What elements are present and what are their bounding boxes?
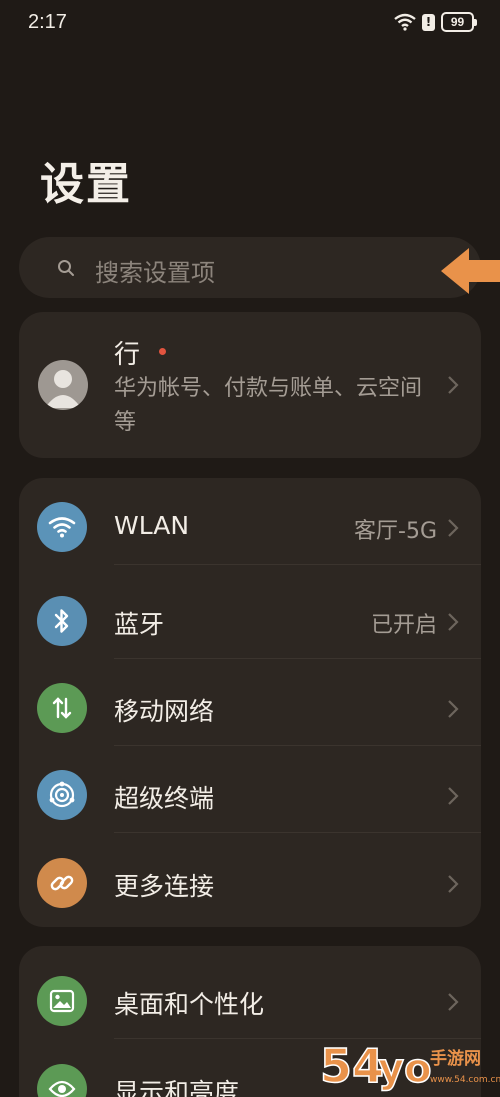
image-icon	[37, 976, 87, 1026]
search-placeholder: 搜索设置项	[95, 259, 215, 287]
settings-item-value: 客厅-5G	[354, 519, 437, 544]
svg-text:手游网: 手游网	[430, 1048, 481, 1069]
battery-icon: 99	[441, 12, 477, 32]
divider	[114, 564, 481, 565]
account-description: 华为帐号、付款与账单、云空间等	[114, 376, 423, 435]
settings-item-label: 桌面和个性化	[114, 990, 265, 1019]
settings-item-more-connections[interactable]: 更多连接	[19, 834, 481, 921]
status-icons: ! 99	[394, 12, 477, 32]
account-name: 行	[114, 340, 141, 370]
svg-text:54: 54	[320, 1039, 384, 1093]
chevron-right-icon	[448, 519, 459, 537]
settings-item-label: 超级终端	[114, 784, 215, 813]
chevron-right-icon	[448, 700, 459, 718]
wifi-status-icon	[394, 13, 416, 31]
alert-icon: !	[422, 13, 435, 31]
connectivity-card: WLAN 客厅-5G 蓝牙 已开启 移动网络 超级终端 更多连接	[19, 478, 481, 927]
chevron-right-icon	[448, 787, 459, 805]
mobile-data-icon	[37, 683, 87, 733]
divider	[114, 832, 481, 833]
chevron-right-icon	[448, 875, 459, 893]
settings-item-label: WLAN	[114, 511, 190, 540]
settings-item-bluetooth[interactable]: 蓝牙 已开启	[19, 572, 481, 659]
bluetooth-icon	[37, 596, 87, 646]
chevron-right-icon	[448, 613, 459, 631]
settings-item-wlan[interactable]: WLAN 客厅-5G	[19, 478, 481, 565]
search-input[interactable]: 搜索设置项	[19, 237, 481, 298]
page-title: 设置	[40, 159, 132, 210]
battery-level: 99	[450, 15, 465, 29]
account-card[interactable]: 行 华为帐号、付款与账单、云空间等	[19, 312, 481, 458]
chevron-right-icon	[448, 376, 459, 394]
chevron-right-icon	[448, 993, 459, 1011]
super-device-icon	[37, 770, 87, 820]
avatar	[38, 360, 88, 410]
svg-text:yo: yo	[378, 1046, 432, 1092]
watermark-logo: 54 yo 手游网 www.54.com.cn	[319, 1038, 500, 1094]
status-bar: 2:17 ! 99	[0, 0, 500, 48]
search-icon	[58, 260, 74, 276]
status-time: 2:17	[28, 11, 67, 33]
svg-text:www.54.com.cn: www.54.com.cn	[430, 1075, 500, 1085]
wifi-icon	[37, 502, 87, 552]
settings-screen: 2:17 ! 99 设置 搜索设置项 行 华为帐号、付款与账单、云空间等 WLA…	[0, 0, 500, 1097]
settings-item-label: 显示和亮度	[114, 1078, 240, 1097]
settings-item-label: 更多连接	[114, 872, 215, 901]
settings-item-super-device[interactable]: 超级终端	[19, 746, 481, 833]
link-icon	[37, 858, 87, 908]
settings-item-value: 已开启	[370, 613, 437, 638]
pointer-arrow-icon	[441, 248, 500, 294]
eye-icon	[37, 1064, 87, 1097]
avatar-person-icon	[45, 370, 81, 408]
settings-item-label: 移动网络	[114, 697, 215, 726]
notification-dot	[159, 348, 166, 355]
settings-item-home-screen[interactable]: 桌面和个性化	[19, 952, 481, 1039]
settings-item-mobile-network[interactable]: 移动网络	[19, 659, 481, 746]
settings-item-label: 蓝牙	[114, 610, 165, 639]
